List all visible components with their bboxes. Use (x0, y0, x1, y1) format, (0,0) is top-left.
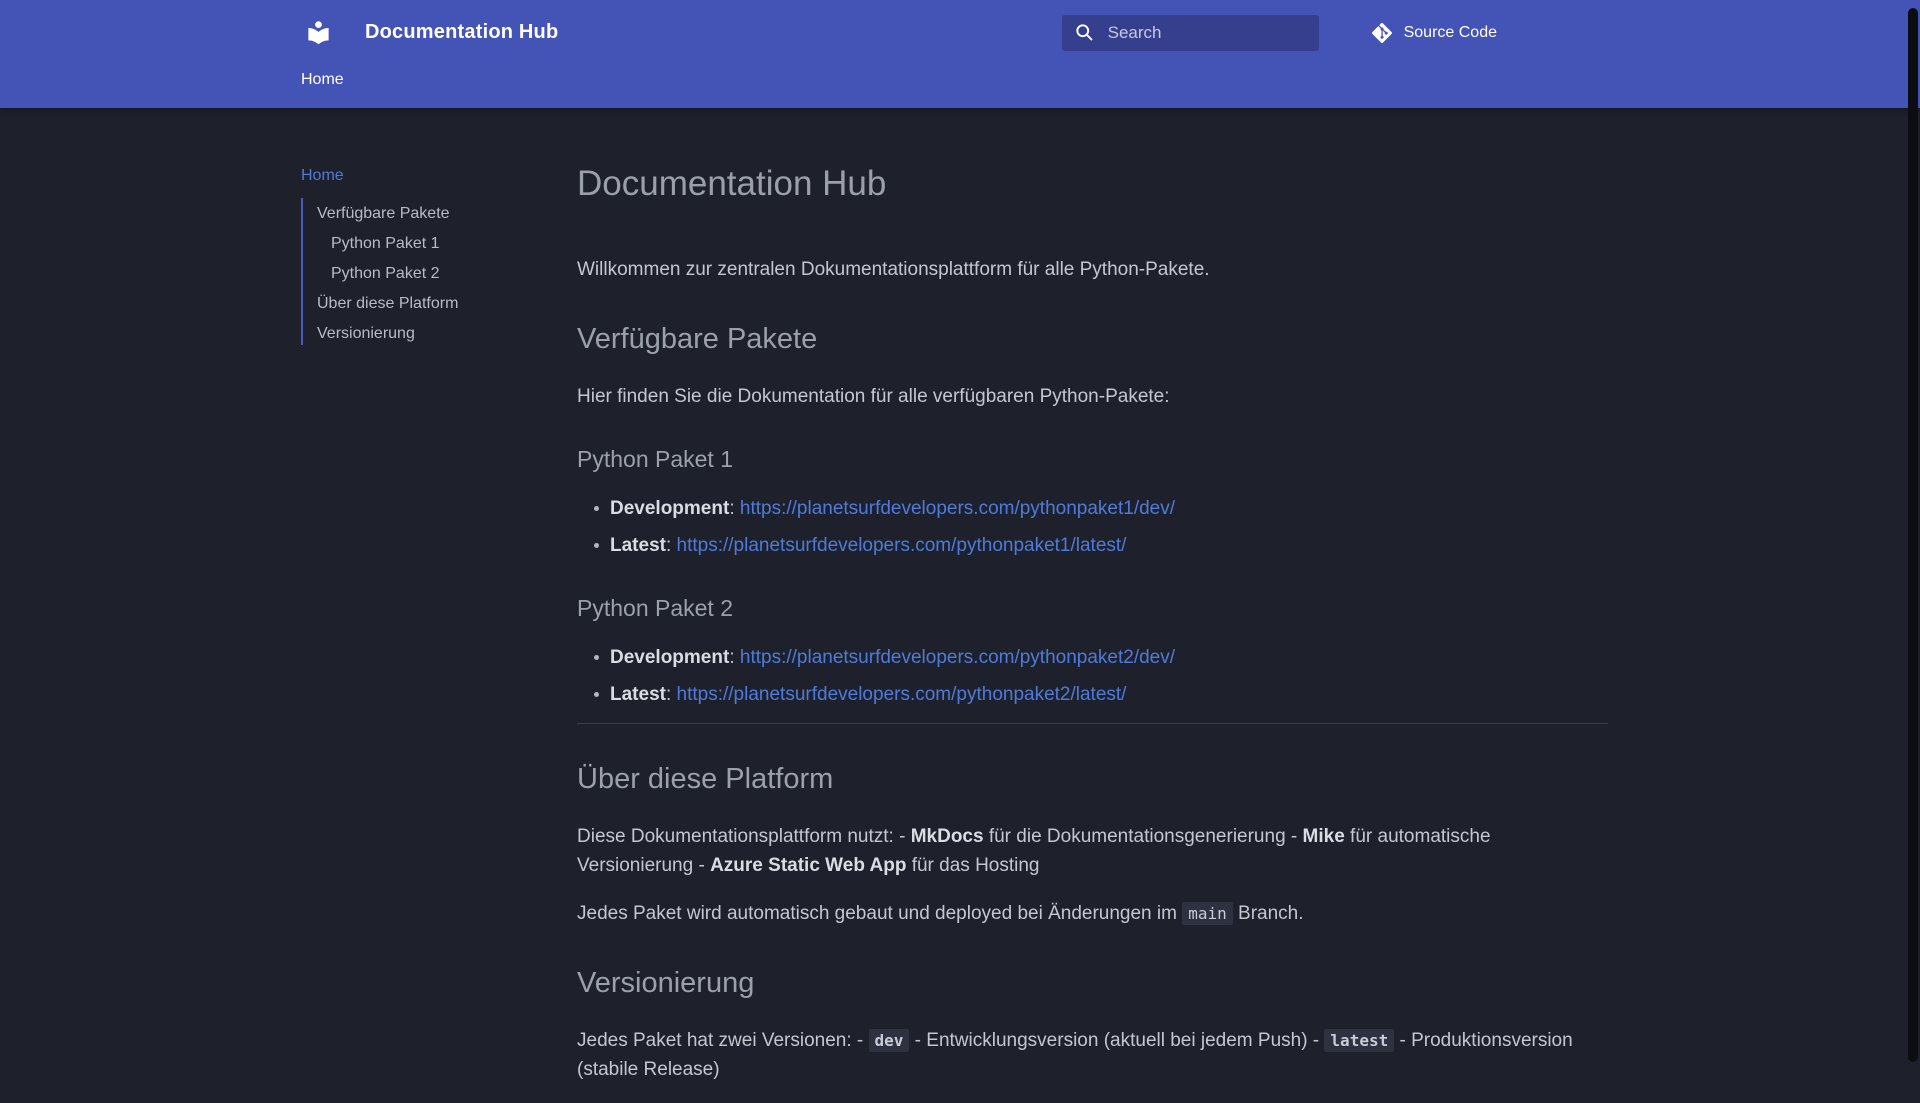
search-input[interactable] (1105, 21, 1309, 44)
versioning-paragraph: Jedes Paket hat zwei Versionen: - dev - … (577, 1026, 1608, 1084)
colon: : (665, 684, 677, 705)
local-library-icon (307, 21, 329, 45)
colon: : (729, 498, 740, 519)
available-intro: Hier finden Sie die Dokumentation für al… (577, 386, 1170, 407)
code-latest: latest (1324, 1029, 1395, 1052)
sidebar-nav: Home Verfügbare Pakete Python Paket 1 Py… (301, 108, 577, 1103)
heading-python-paket-1: Python Paket 1 (577, 446, 733, 472)
site-title: Documentation Hub (365, 21, 559, 43)
heading-python-paket-2: Python Paket 2 (577, 595, 733, 621)
list-item: Development: https://planetsurfdeveloper… (577, 494, 1608, 523)
dev-link-paket-1[interactable]: https://planetsurfdevelopers.com/pythonp… (740, 498, 1175, 519)
text-run: - Entwicklungsversion (aktuell bei jedem… (909, 1030, 1325, 1051)
link-label: Latest (610, 684, 666, 705)
package-2-links: Development: https://planetsurfdeveloper… (577, 643, 1608, 709)
source-code-label: Source Code (1403, 23, 1497, 41)
git-icon (1371, 22, 1392, 43)
heading-verfuegbare-pakete: Verfügbare Pakete (577, 323, 818, 355)
source-code-link[interactable]: Source Code (1370, 21, 1497, 45)
sidebar-item-home[interactable]: Home (301, 167, 344, 185)
latest-link-paket-2[interactable]: https://planetsurfdevelopers.com/pythonp… (677, 684, 1127, 705)
app-header: Documentation Hub Source Code Home (0, 0, 1920, 108)
build-paragraph: Jedes Paket wird automatisch gebaut und … (577, 899, 1608, 928)
search-bar[interactable] (1061, 14, 1319, 51)
header-tabs: Home (0, 65, 1920, 108)
section-divider (577, 723, 1608, 724)
text-run: Diese Dokumentationsplattform nutzt: - (577, 826, 911, 847)
link-label: Development (610, 498, 730, 519)
main-content: Documentation Hub Willkommen zur zentral… (577, 108, 1608, 1103)
latest-link-paket-1[interactable]: https://planetsurfdevelopers.com/pythonp… (677, 535, 1127, 556)
toc-list: Verfügbare Pakete Python Paket 1 Python … (301, 198, 577, 345)
link-label: Development (610, 647, 730, 668)
text-run: Jedes Paket wird automatisch gebaut und … (577, 903, 1183, 924)
text-run-bold: Azure Static Web App (710, 855, 907, 876)
package-1-links: Development: https://planetsurfdeveloper… (577, 494, 1608, 560)
toc-item-ueber-diese-platform[interactable]: Über diese Platform (303, 294, 577, 313)
toc-item-python-paket-2[interactable]: Python Paket 2 (303, 264, 577, 283)
colon: : (729, 647, 740, 668)
text-run: Branch. (1232, 903, 1304, 924)
heading-ueber-diese-platform: Über diese Platform (577, 763, 834, 795)
intro-paragraph: Willkommen zur zentralen Dokumentationsp… (577, 259, 1210, 280)
text-run-bold: Mike (1302, 826, 1345, 847)
toc-item-python-paket-1[interactable]: Python Paket 1 (303, 234, 577, 253)
text-run: für die Dokumentationsgenerierung - (983, 826, 1303, 847)
toc-item-verfuegbare-pakete[interactable]: Verfügbare Pakete (303, 204, 577, 223)
page-title: Documentation Hub (577, 164, 887, 203)
code-main-branch: main (1182, 902, 1233, 925)
list-item: Latest: https://planetsurfdevelopers.com… (577, 680, 1608, 709)
text-run: Jedes Paket hat zwei Versionen: - (577, 1030, 869, 1051)
dev-link-paket-2[interactable]: https://planetsurfdevelopers.com/pythonp… (740, 647, 1175, 668)
text-run-bold: MkDocs (910, 826, 984, 847)
site-logo-button[interactable] (303, 18, 333, 48)
heading-versionierung: Versionierung (577, 967, 755, 999)
toc-item-versionierung[interactable]: Versionierung (303, 324, 577, 343)
list-item: Development: https://planetsurfdeveloper… (577, 643, 1608, 672)
code-dev: dev (868, 1029, 910, 1052)
about-paragraph: Diese Dokumentationsplattform nutzt: - M… (577, 822, 1608, 880)
text-run: für das Hosting (906, 855, 1040, 876)
tab-home[interactable]: Home (301, 65, 344, 89)
scrollbar-thumb[interactable] (1908, 8, 1918, 1062)
colon: : (665, 535, 677, 556)
link-label: Latest (610, 535, 666, 556)
list-item: Latest: https://planetsurfdevelopers.com… (577, 531, 1608, 560)
search-icon (1075, 24, 1093, 41)
